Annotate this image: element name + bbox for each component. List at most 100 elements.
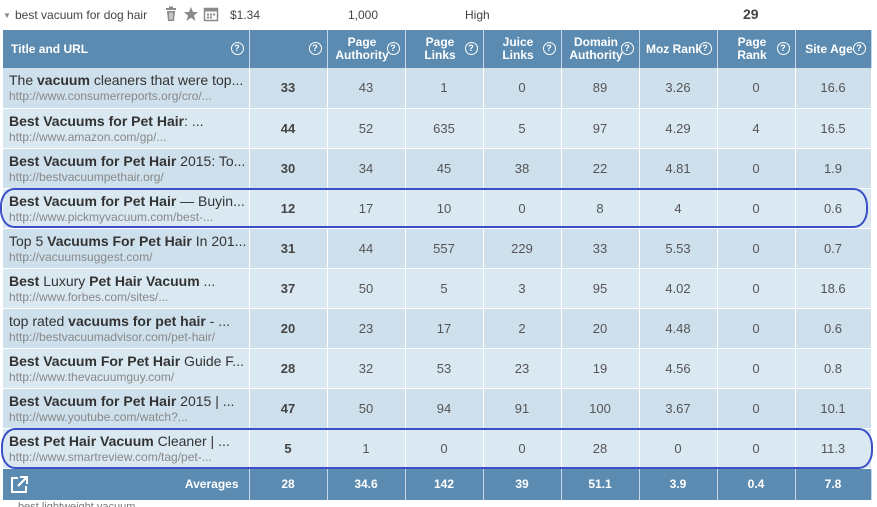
title-url-cell[interactable]: Best Vacuums for Pet Hair: ... http://www… — [3, 108, 250, 149]
column-header-3[interactable]: Page Links? — [405, 30, 484, 68]
title-url-cell[interactable]: Best Vacuum for Pet Hair 2015: To... http… — [3, 148, 250, 189]
result-url[interactable]: http://www.thevacuumguy.com/ — [9, 370, 248, 384]
moz-rank-cell: 4.29 — [639, 108, 718, 149]
result-url[interactable]: http://vacuumsuggest.com/ — [9, 250, 248, 264]
page-links-cell: 557 — [405, 228, 484, 269]
column-header-2[interactable]: Page Authority? — [327, 30, 406, 68]
table-row[interactable]: Best Vacuum for Pet Hair — Buyin... http:… — [3, 188, 872, 229]
column-header-0[interactable]: Title and URL? — [3, 30, 250, 68]
result-title-part: In 201... — [191, 232, 247, 249]
result-title[interactable]: Best Vacuum for Pet Hair — Buyin... — [9, 193, 248, 209]
table-row[interactable]: Best Vacuum for Pet Hair 2015 | ... http:… — [3, 388, 872, 429]
page-rank-cell: 0 — [717, 148, 796, 189]
column-header-8[interactable]: Site Age? — [795, 30, 872, 68]
column-header-7[interactable]: Page Rank? — [717, 30, 796, 68]
avg-juice-links: 39 — [483, 468, 562, 500]
export-icon[interactable] — [9, 475, 29, 495]
result-title[interactable]: Best Pet Hair Vacuum Cleaner | ... — [9, 433, 248, 449]
result-url[interactable]: http://bestvacuumpethair.org/ — [9, 170, 248, 184]
result-title[interactable]: top rated vacuums for pet hair - ... — [9, 313, 248, 329]
title-url-cell[interactable]: top rated vacuums for pet hair - ... http… — [3, 308, 250, 349]
table-row[interactable]: Best Vacuum for Pet Hair 2015: To... http… — [3, 148, 872, 189]
result-title-part: Top 5 — [9, 232, 48, 249]
help-icon[interactable]: ? — [464, 42, 478, 55]
result-url[interactable]: http://www.forbes.com/sites/... — [9, 290, 248, 304]
column-header-label: Page Rank — [737, 35, 767, 62]
table-row[interactable]: The vacuum cleaners that were top... http… — [3, 68, 872, 109]
next-keyword-row[interactable]: best lightweight vacuum — [18, 501, 135, 507]
result-title[interactable]: Best Vacuums for Pet Hair: ... — [9, 113, 248, 129]
site-age-cell: 11.3 — [795, 428, 872, 469]
site-age-cell: 16.6 — [795, 68, 872, 109]
table-row[interactable]: Best Vacuum For Pet Hair Guide F... http:… — [3, 348, 872, 389]
result-title[interactable]: Best Vacuum for Pet Hair 2015: To... — [9, 153, 248, 169]
score-cell: 33 — [249, 68, 328, 109]
help-icon[interactable]: ? — [620, 42, 634, 55]
help-icon[interactable]: ? — [542, 42, 556, 55]
column-header-6[interactable]: Moz Rank? — [639, 30, 718, 68]
page-links-cell: 45 — [405, 148, 484, 189]
column-header-5[interactable]: Domain Authority? — [561, 30, 640, 68]
averages-row: Averages 28 34.6 142 39 51.1 3.9 0.4 7.8 — [3, 468, 872, 500]
collapse-caret-icon[interactable]: ▼ — [3, 11, 11, 20]
moz-rank-cell: 4.02 — [639, 268, 718, 309]
domain-authority-cell: 33 — [561, 228, 640, 269]
avg-page-authority: 34.6 — [327, 468, 406, 500]
result-title[interactable]: Best Luxury Pet Hair Vacuum ... — [9, 272, 248, 289]
help-icon[interactable]: ? — [386, 42, 400, 55]
title-url-cell[interactable]: Best Luxury Pet Hair Vacuum ... http://ww… — [3, 268, 250, 309]
result-title[interactable]: Best Vacuum for Pet Hair 2015 | ... — [9, 392, 248, 409]
column-header-4[interactable]: Juice Links? — [483, 30, 562, 68]
calendar-icon[interactable] — [203, 6, 219, 22]
table-row[interactable]: Best Luxury Pet Hair Vacuum ... http://ww… — [3, 268, 872, 309]
title-url-cell[interactable]: Best Pet Hair Vacuum Cleaner | ... http:/… — [3, 428, 250, 469]
score-cell: 44 — [249, 108, 328, 149]
score-cell: 47 — [249, 388, 328, 429]
title-url-cell[interactable]: Best Vacuum For Pet Hair Guide F... http:… — [3, 348, 250, 389]
table-body: The vacuum cleaners that were top... http… — [3, 68, 872, 469]
page-links-cell: 635 — [405, 108, 484, 149]
juice-links-cell: 2 — [483, 308, 562, 349]
help-icon[interactable]: ? — [698, 42, 712, 55]
column-header-1[interactable]: ? — [249, 30, 328, 68]
result-title-part: The — [9, 72, 38, 89]
result-title-part: 2015 | ... — [176, 392, 235, 409]
domain-authority-cell: 89 — [561, 68, 640, 109]
title-url-cell[interactable]: Top 5 Vacuums For Pet Hair In 201... http… — [3, 228, 250, 269]
table-row[interactable]: Best Pet Hair Vacuum Cleaner | ... http:/… — [3, 428, 872, 469]
page-authority-cell: 50 — [327, 388, 406, 429]
help-icon[interactable]: ? — [308, 42, 322, 55]
column-header-label: Site Age — [805, 41, 853, 56]
help-icon[interactable]: ? — [852, 42, 866, 55]
result-url[interactable]: http://www.amazon.com/gp/... — [9, 130, 248, 144]
result-title[interactable]: The vacuum cleaners that were top... — [9, 72, 248, 89]
result-url[interactable]: http://www.youtube.com/watch?... — [9, 410, 248, 424]
star-icon[interactable] — [183, 6, 199, 22]
result-title[interactable]: Top 5 Vacuums For Pet Hair In 201... — [9, 232, 248, 249]
page-rank-cell: 0 — [717, 268, 796, 309]
trash-icon[interactable] — [163, 6, 179, 22]
page-links-cell: 0 — [405, 428, 484, 469]
result-url[interactable]: http://www.consumerreports.org/cro/... — [9, 89, 248, 103]
result-url[interactable]: http://www.smartreview.com/tag/pet-... — [9, 450, 248, 464]
table-row[interactable]: Best Vacuums for Pet Hair: ... http://www… — [3, 108, 872, 149]
score-cell: 30 — [249, 148, 328, 189]
keyword-row[interactable]: ▼ best vacuum for dog hair $1.34 1,000 H… — [0, 0, 877, 30]
page-rank-cell: 0 — [717, 388, 796, 429]
help-icon[interactable]: ? — [776, 42, 790, 55]
table-row[interactable]: Top 5 Vacuums For Pet Hair In 201... http… — [3, 228, 872, 269]
title-url-cell[interactable]: Best Vacuum for Pet Hair — Buyin... http:… — [3, 188, 250, 229]
keyword-actions — [163, 6, 219, 22]
result-url[interactable]: http://www.pickmyvacuum.com/best-... — [9, 210, 248, 224]
avg-moz-rank: 3.9 — [639, 468, 718, 500]
result-title[interactable]: Best Vacuum For Pet Hair Guide F... — [9, 353, 248, 369]
table-row[interactable]: top rated vacuums for pet hair - ... http… — [3, 308, 872, 349]
result-title-part: Best — [9, 272, 40, 289]
averages-label-cell: Averages — [3, 468, 250, 500]
title-url-cell[interactable]: The vacuum cleaners that were top... http… — [3, 68, 250, 109]
serp-analysis-table: Title and URL?? Page Authority? Page Links… — [3, 30, 872, 503]
result-title-part: Vacuums For Pet Hair — [47, 232, 192, 249]
help-icon[interactable]: ? — [230, 42, 244, 55]
title-url-cell[interactable]: Best Vacuum for Pet Hair 2015 | ... http:… — [3, 388, 250, 429]
result-url[interactable]: http://bestvacuumadvisor.com/pet-hair/ — [9, 330, 248, 344]
